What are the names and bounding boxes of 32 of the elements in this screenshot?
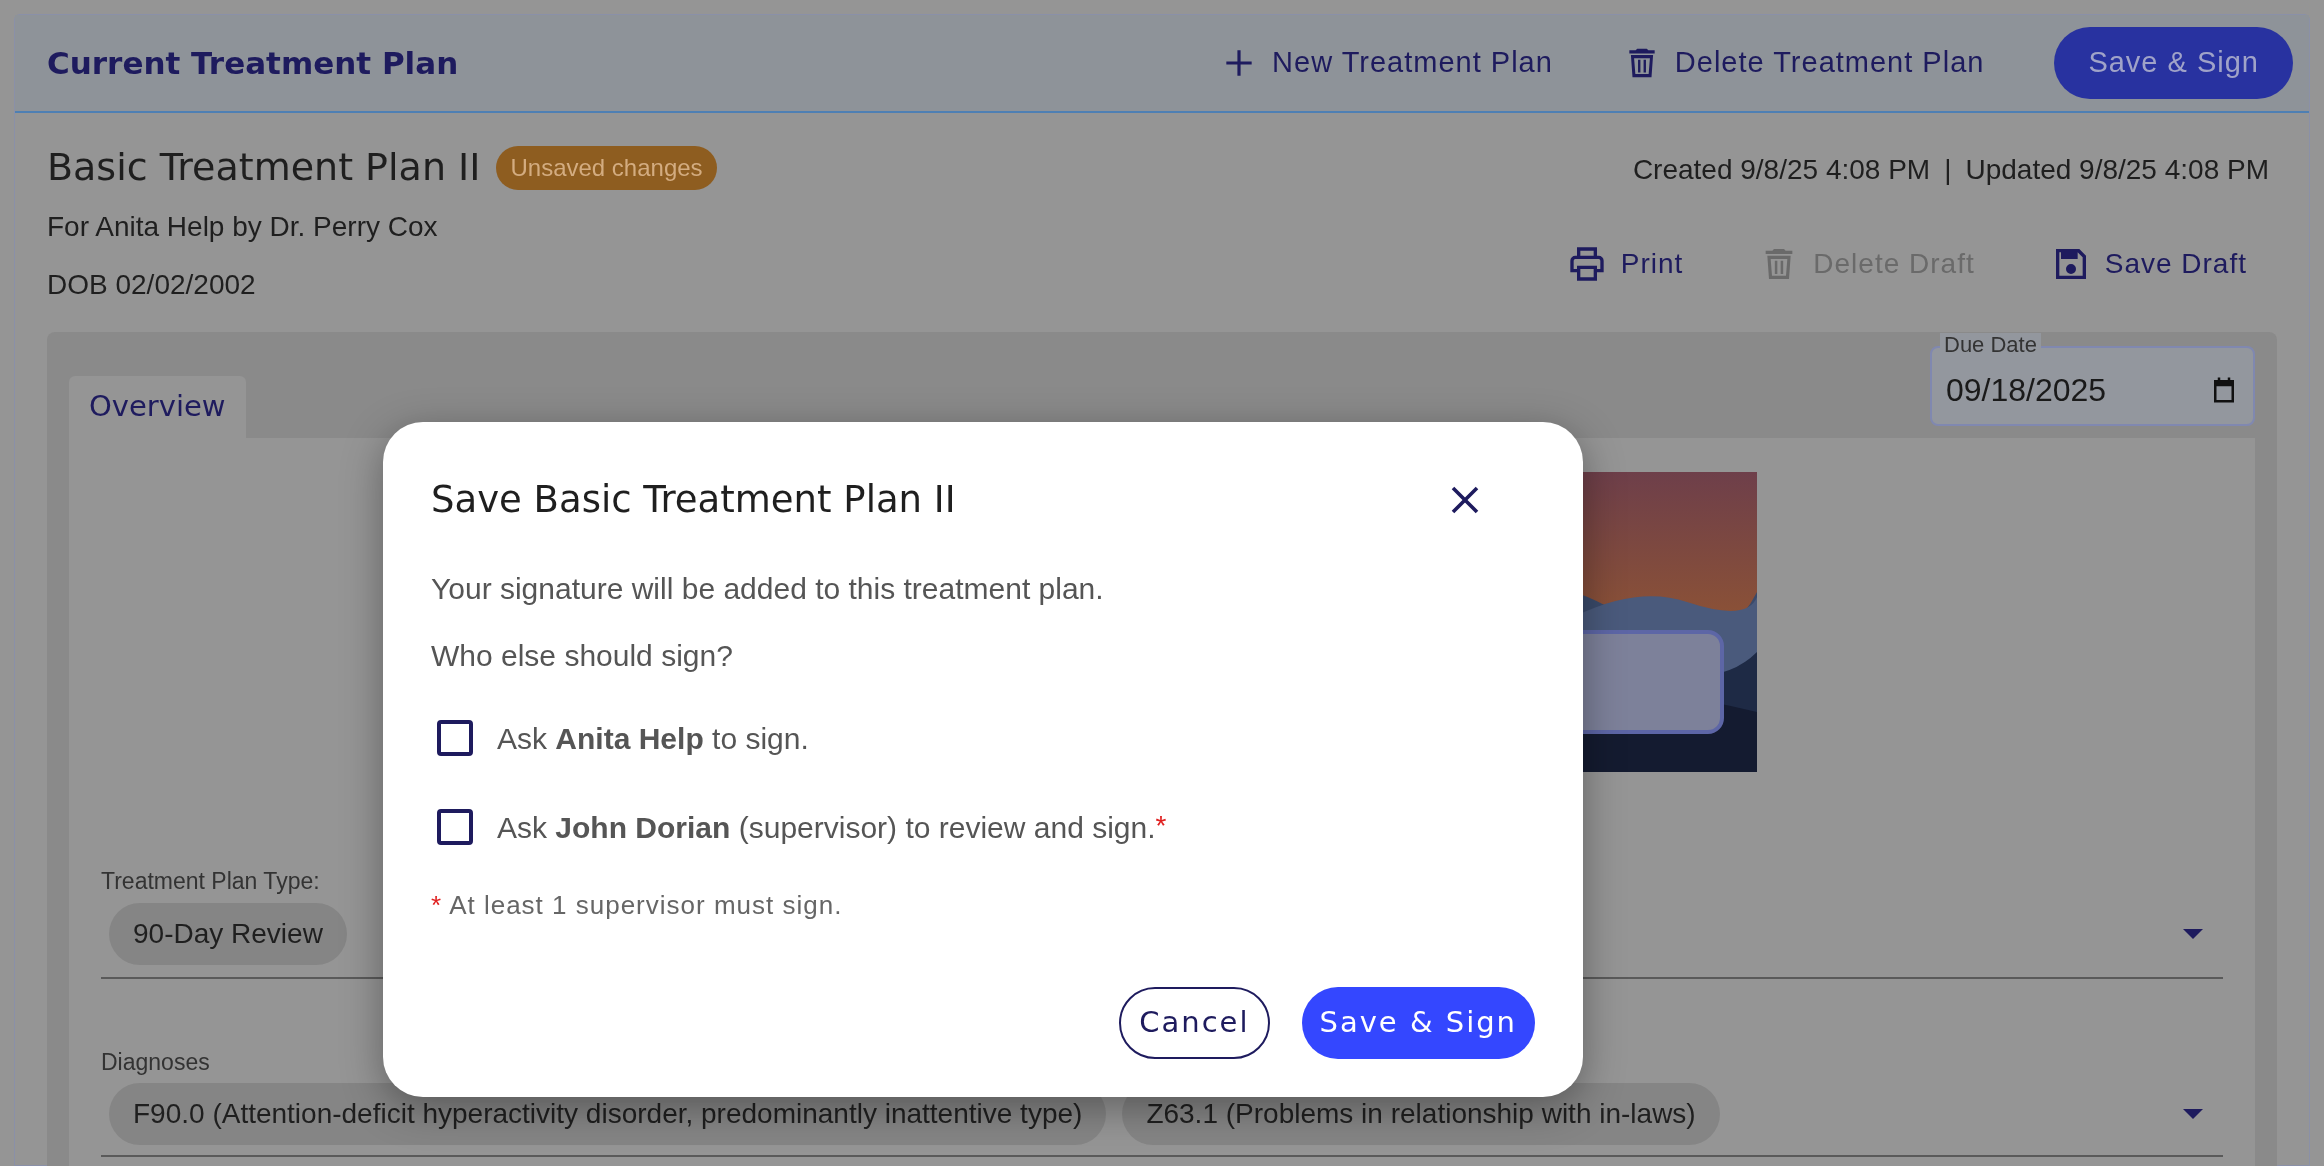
required-note: At least 1 supervisor must sign. (449, 888, 843, 922)
required-asterisk: * (431, 888, 442, 922)
dialog-title: Save Basic Treatment Plan II (431, 477, 956, 523)
page-title: Current Treatment Plan (47, 43, 459, 83)
plan-type-label: Treatment Plan Type: (101, 867, 321, 896)
dropdown-arrow-icon[interactable] (2183, 928, 2203, 939)
cancel-button[interactable]: Cancel (1119, 986, 1270, 1059)
save-sign-button[interactable]: Save & Sign (1301, 986, 1535, 1059)
separator: | (1944, 153, 1952, 187)
save-draft-button[interactable]: Save Draft (2050, 243, 2247, 285)
checkbox[interactable] (437, 720, 473, 756)
delete-plan-button[interactable]: Delete Treatment Plan (1622, 41, 1985, 85)
overview-tab[interactable]: Overview (69, 376, 246, 438)
checkbox-label: Ask Anita Help to sign. (497, 720, 809, 757)
unsaved-badge: Unsaved changes (496, 145, 717, 190)
plan-title: Basic Treatment Plan II (47, 144, 481, 191)
checkbox-label: Ask John Dorian (supervisor) to review and sign. (497, 809, 1156, 846)
diagnoses-label: Diagnoses (101, 1047, 211, 1077)
checkbox[interactable] (437, 809, 473, 845)
plan-type-chip: 90-Day Review (109, 902, 347, 965)
updated-date: Updated 9/8/25 4:08 PM (1965, 153, 2269, 187)
required-asterisk: * (1155, 808, 1167, 843)
save-sign-button[interactable]: Save & Sign (2054, 27, 2293, 99)
new-plan-button[interactable]: New Treatment Plan (1220, 41, 1553, 85)
print-button[interactable]: Print (1566, 243, 1684, 285)
created-date: Created 9/8/25 4:08 PM (1632, 153, 1931, 187)
dialog-message: Your signature will be added to this treatment plan. (431, 570, 1105, 607)
plan-subtitle: For Anita Help by Dr. Perry Cox (47, 210, 439, 244)
due-date-value: 09/18/2025 (1946, 371, 2108, 410)
date-of-birth: DOB 02/02/2002 (47, 268, 257, 302)
dialog-question: Who else should sign? (431, 637, 734, 674)
dropdown-arrow-icon[interactable] (2183, 1109, 2203, 1119)
